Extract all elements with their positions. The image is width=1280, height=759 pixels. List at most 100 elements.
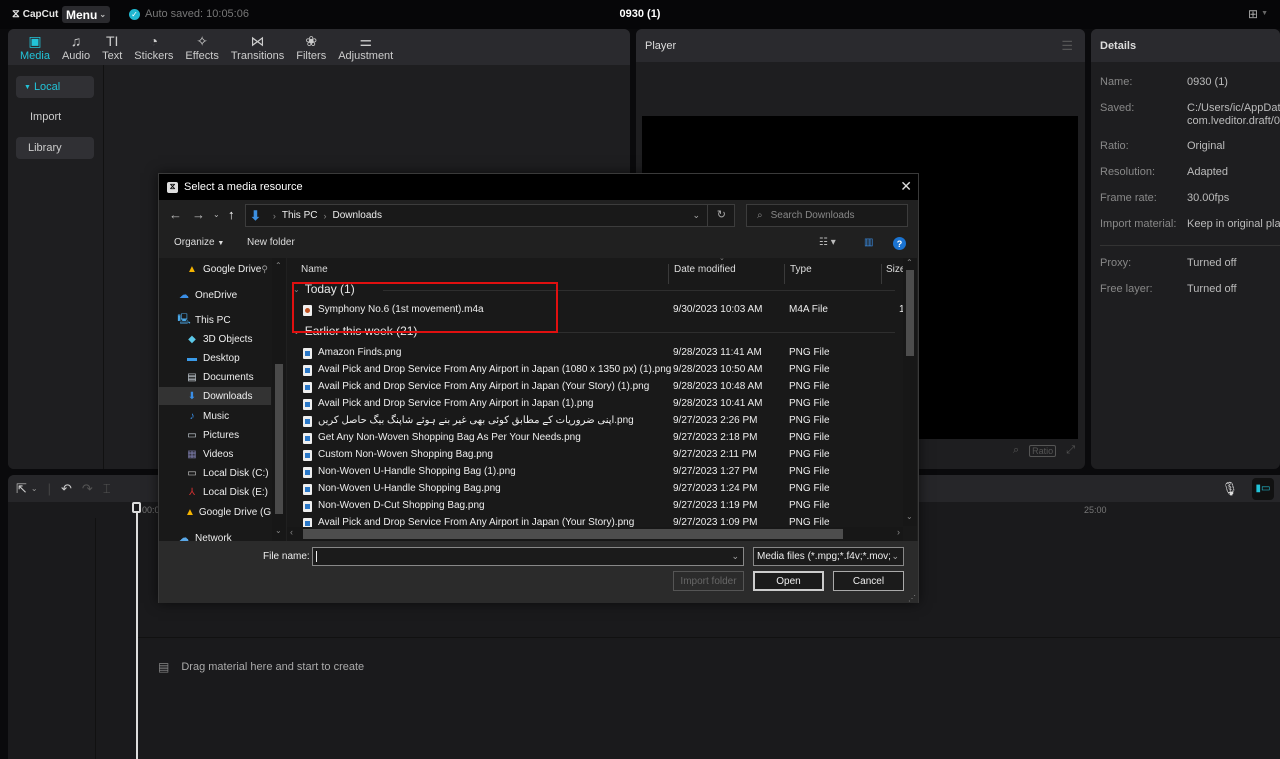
- horizontal-scrollbar-thumb[interactable]: [303, 529, 843, 539]
- nav-item-desktop[interactable]: ▬ Desktop: [159, 349, 271, 367]
- playhead-handle[interactable]: [132, 502, 141, 513]
- column-divider[interactable]: [784, 264, 785, 284]
- chevron-down-icon[interactable]: ⌄: [31, 484, 38, 493]
- file-type-filter[interactable]: Media files (*.mpg;*.f4v;*.mov;* ⌄: [753, 547, 904, 566]
- import-folder-button[interactable]: Import folder: [673, 571, 744, 591]
- file-type: PNG File: [789, 466, 830, 477]
- nav-item-this-pc[interactable]: 🖳 This PC: [159, 311, 271, 329]
- address-bar[interactable]: ⬇ › This PC › Downloads ⌄ ↻: [245, 204, 735, 227]
- file-row[interactable]: Non-Woven U-Handle Shopping Bag (1).png 9…: [287, 464, 903, 481]
- nav-item-pictures[interactable]: ▭ Pictures: [159, 426, 271, 444]
- select-cursor-icon[interactable]: ⇱: [16, 481, 27, 497]
- tab-stickers[interactable]: ◔ Stickers: [128, 29, 179, 65]
- view-options-icon[interactable]: ☷ ▾: [819, 237, 836, 248]
- chevron-down-icon[interactable]: ▼: [1261, 10, 1268, 17]
- redo-icon[interactable]: ↷: [82, 481, 93, 497]
- nav-item-documents[interactable]: ▤ Documents: [159, 368, 271, 386]
- scroll-up-icon[interactable]: ⌃: [275, 261, 282, 270]
- sidebar-item-local[interactable]: ▼ Local: [16, 76, 94, 98]
- tab-effects[interactable]: ✧ Effects: [179, 29, 224, 65]
- back-arrow-icon[interactable]: ←: [169, 207, 182, 222]
- new-folder-button[interactable]: New folder: [247, 237, 295, 248]
- address-history-chevron-icon[interactable]: ⌄: [692, 210, 700, 221]
- file-row[interactable]: Custom Non-Woven Shopping Bag.png 9/27/20…: [287, 447, 903, 464]
- column-divider[interactable]: [881, 264, 882, 284]
- breadcrumb-downloads[interactable]: Downloads: [332, 210, 381, 221]
- file-row[interactable]: Get Any Non-Woven Shopping Bag As Per Yo…: [287, 430, 903, 447]
- microphone-icon[interactable]: 🎙: [1221, 481, 1238, 497]
- resize-grip-icon[interactable]: ⋰: [908, 594, 916, 603]
- file-date: 9/28/2023 10:41 AM: [673, 398, 763, 409]
- scroll-left-icon[interactable]: ‹: [290, 527, 293, 537]
- hamburger-menu-icon[interactable]: ☰: [1061, 38, 1073, 54]
- detail-row: Name: 0930 (1): [1100, 76, 1228, 88]
- image-file-icon: [303, 467, 312, 478]
- tab-text[interactable]: TI Text: [96, 29, 128, 65]
- nav-item-downloads[interactable]: ⬇ Downloads: [159, 387, 271, 405]
- file-list-horizontal-scrollbar[interactable]: ‹ ›: [287, 527, 903, 541]
- tab-audio[interactable]: ♫ Audio: [56, 29, 96, 65]
- open-button[interactable]: Open: [753, 571, 824, 591]
- link-clips-icon[interactable]: ▮▭: [1252, 477, 1274, 500]
- sidebar-item-library[interactable]: Library: [16, 137, 94, 159]
- undo-icon[interactable]: ↶: [61, 481, 72, 497]
- split-icon[interactable]: ⌶: [103, 481, 111, 497]
- close-icon[interactable]: ✕: [900, 178, 912, 195]
- file-row[interactable]: Amazon Finds.png 9/28/2023 11:41 AM PNG Fi…: [287, 345, 903, 362]
- cancel-button[interactable]: Cancel: [833, 571, 904, 591]
- scroll-down-icon[interactable]: ⌄: [275, 526, 282, 535]
- scroll-up-icon[interactable]: ⌃: [906, 258, 913, 267]
- nav-item-google-drive-g[interactable]: ▲ Google Drive (G:: [159, 503, 274, 521]
- recent-locations-chevron-icon[interactable]: ⌄: [213, 210, 220, 219]
- scroll-down-icon[interactable]: ⌄: [906, 512, 913, 521]
- nav-item-network[interactable]: ☁ Network: [159, 529, 271, 542]
- scroll-right-icon[interactable]: ›: [897, 527, 900, 537]
- nav-scrollbar[interactable]: ⌃ ⌄: [272, 258, 286, 541]
- nav-item-local-disk-c[interactable]: ▭ Local Disk (C:): [159, 464, 271, 482]
- chevron-down-icon[interactable]: ⌄: [891, 551, 899, 562]
- zoom-fit-icon[interactable]: ⌕: [1013, 444, 1019, 457]
- refresh-icon[interactable]: ↻: [717, 208, 726, 221]
- file-row[interactable]: Avail Pick and Drop Service From Any Air…: [287, 379, 903, 396]
- ratio-button[interactable]: Ratio: [1029, 444, 1057, 457]
- file-row[interactable]: Non-Woven D-Cut Shopping Bag.png 9/27/202…: [287, 498, 903, 515]
- preview-pane-icon[interactable]: ▥: [864, 237, 873, 248]
- organize-button[interactable]: Organize ▼: [174, 237, 224, 248]
- nav-item-label: Local Disk (C:): [203, 467, 269, 479]
- nav-item-videos[interactable]: ▦ Videos: [159, 445, 271, 463]
- tab-adjustment[interactable]: ⚌ Adjustment: [332, 29, 399, 65]
- column-name[interactable]: Name: [301, 264, 328, 275]
- nav-item-3d-objects[interactable]: ◆ 3D Objects: [159, 330, 271, 348]
- search-input[interactable]: ⌕ Search Downloads: [746, 204, 908, 227]
- layout-icon[interactable]: ⊞: [1248, 7, 1258, 21]
- file-name-label: File name:: [263, 551, 310, 562]
- file-list-vertical-scrollbar[interactable]: ⌃ ⌄: [903, 258, 917, 526]
- up-arrow-icon[interactable]: ↑: [228, 207, 235, 222]
- breadcrumb-this-pc[interactable]: This PC: [282, 210, 318, 221]
- column-divider[interactable]: [668, 264, 669, 284]
- track-headers: [8, 518, 96, 759]
- tab-media[interactable]: ▣ Media: [14, 29, 56, 65]
- chevron-down-icon[interactable]: ⌄: [731, 551, 739, 562]
- fullscreen-icon[interactable]: ⤢: [1066, 444, 1075, 457]
- playhead[interactable]: [136, 502, 138, 759]
- nav-scrollbar-thumb[interactable]: [275, 364, 283, 514]
- file-row[interactable]: Non-Woven U-Handle Shopping Bag.png 9/27/…: [287, 481, 903, 498]
- tab-filters[interactable]: ❀ Filters: [290, 29, 332, 65]
- nav-item-google-drive[interactable]: ▲ Google Drive ⚲: [159, 260, 271, 278]
- nav-item-onedrive[interactable]: ☁ OneDrive: [159, 286, 271, 304]
- file-row[interactable]: Avail Pick and Drop Service From Any Air…: [287, 396, 903, 413]
- column-date-modified[interactable]: Date modified: [674, 264, 736, 275]
- tab-transitions[interactable]: ⋈ Transitions: [225, 29, 290, 65]
- column-type[interactable]: Type: [790, 264, 812, 275]
- help-icon[interactable]: ?: [893, 237, 906, 250]
- file-row[interactable]: اپنی ضروریات کے مطابق کوئی بھی غیر بنے ہ…: [287, 413, 903, 430]
- file-name-input[interactable]: ⌄: [312, 547, 744, 566]
- nav-item-local-disk-e[interactable]: ⅄ Local Disk (E:): [159, 483, 271, 501]
- sidebar-item-import[interactable]: Import: [16, 106, 94, 128]
- nav-item-music[interactable]: ♪ Music: [159, 407, 271, 425]
- forward-arrow-icon[interactable]: →: [192, 207, 205, 222]
- menu-button[interactable]: Menu ⌄: [62, 6, 110, 23]
- vertical-scrollbar-thumb[interactable]: [906, 270, 914, 356]
- file-row[interactable]: Avail Pick and Drop Service From Any Air…: [287, 362, 903, 379]
